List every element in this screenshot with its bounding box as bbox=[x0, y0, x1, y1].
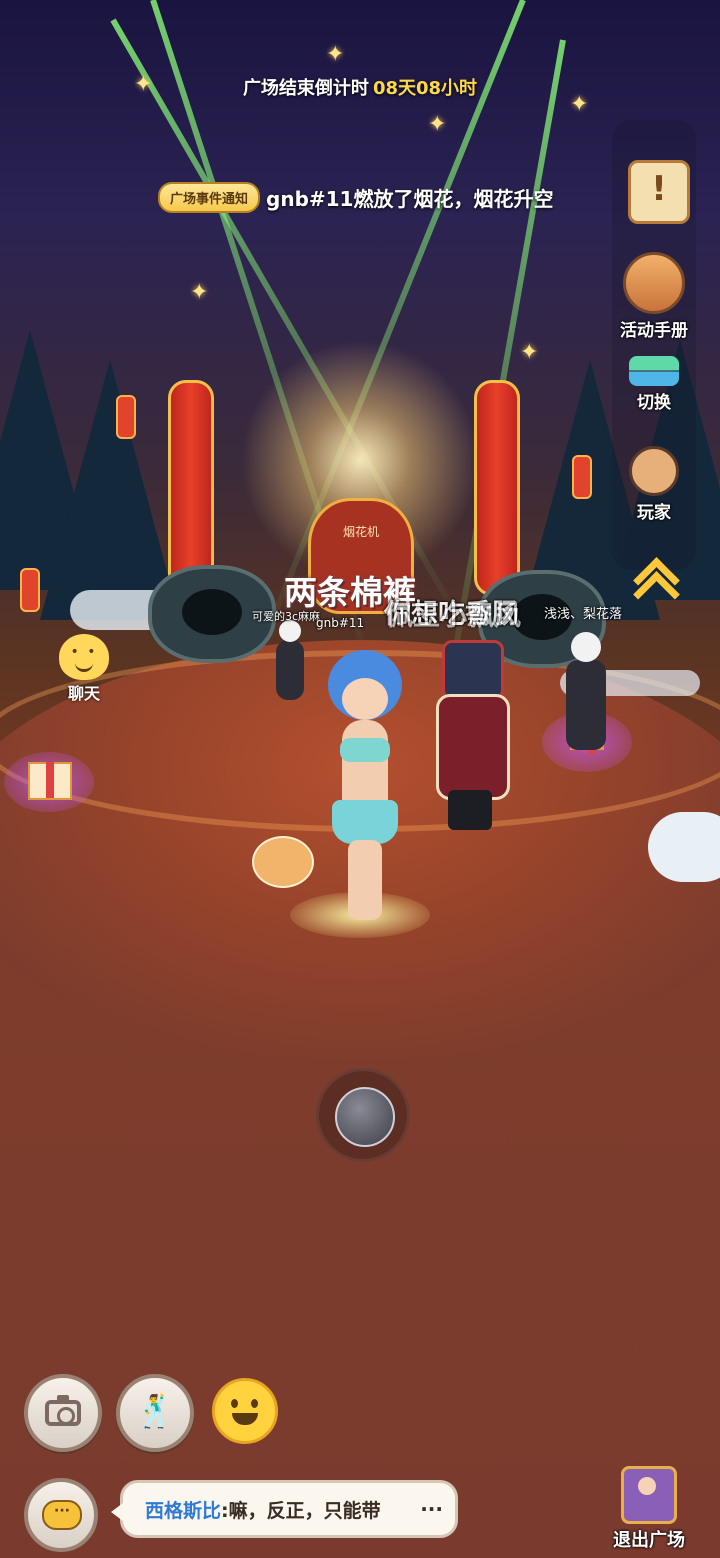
exit-plaza-label: 退出广场 bbox=[613, 1530, 685, 1551]
overlapping-player-name: 佩玉小飘风 bbox=[386, 601, 521, 632]
chat-message-text: :嘛，反正，只能带 bbox=[221, 1499, 381, 1522]
other-player[interactable] bbox=[276, 620, 304, 700]
chat-sender-name[interactable]: 西格斯比 bbox=[145, 1496, 221, 1523]
gift-box[interactable] bbox=[28, 762, 72, 800]
event-notice-tag: 广场事件通知 bbox=[158, 181, 261, 213]
joystick-knob[interactable] bbox=[335, 1087, 395, 1147]
countdown-value: 08天08小时 bbox=[372, 78, 478, 99]
exit-door-icon bbox=[621, 1466, 677, 1524]
dance-pose-icon: 🕺 bbox=[135, 1392, 175, 1430]
exit-plaza-button[interactable]: 退出广场 bbox=[594, 1466, 704, 1552]
action-button[interactable]: 🕺 bbox=[116, 1374, 194, 1452]
chat-entry-button[interactable]: 聊天 bbox=[44, 634, 124, 704]
virtual-joystick[interactable] bbox=[316, 1068, 410, 1162]
firework-machine-label: 烟花机 bbox=[342, 525, 379, 539]
activity-handbook-label: 活动手册 bbox=[620, 321, 688, 341]
player-head bbox=[571, 632, 601, 662]
player-head bbox=[442, 640, 504, 700]
lantern bbox=[116, 395, 136, 439]
latest-chat-message[interactable]: 西格斯比:嘛，反正，只能带 ··· bbox=[111, 1480, 458, 1538]
chat-bubble-icon bbox=[42, 1500, 82, 1530]
new-year-banner-right bbox=[474, 380, 520, 596]
plaza-countdown: 广场结束倒计时 08天08小时 bbox=[0, 74, 720, 100]
armored-player[interactable] bbox=[430, 640, 510, 830]
snow-patch bbox=[648, 812, 720, 882]
sparkle: ✦ bbox=[190, 280, 209, 305]
switch-arrows-icon bbox=[629, 356, 679, 386]
event-notice-text: gnb#11燃放了烟花，烟花升空 bbox=[266, 186, 554, 211]
my-character[interactable] bbox=[320, 650, 410, 920]
pet-companion[interactable] bbox=[252, 836, 314, 888]
player-body bbox=[436, 694, 510, 800]
character-face bbox=[342, 678, 388, 720]
player-name-tag: gnb#11 bbox=[316, 616, 365, 630]
character-legs bbox=[348, 840, 382, 920]
chat-button[interactable] bbox=[24, 1478, 98, 1552]
lantern bbox=[20, 568, 40, 612]
emote-button[interactable] bbox=[212, 1378, 278, 1444]
camera-icon bbox=[45, 1395, 81, 1426]
chevron-up-icon[interactable] bbox=[628, 556, 682, 602]
character-skirt bbox=[332, 800, 398, 844]
chat-more-indicator: ··· bbox=[420, 1497, 443, 1521]
character-top bbox=[340, 738, 390, 762]
camera-button[interactable] bbox=[24, 1374, 102, 1452]
countdown-label: 广场结束倒计时 bbox=[242, 78, 369, 99]
players-label: 玩家 bbox=[637, 503, 671, 523]
sparkle: ✦ bbox=[326, 42, 345, 67]
player-name-tag: 浅浅、梨花落 bbox=[544, 607, 623, 622]
new-year-banner-left bbox=[168, 380, 214, 596]
player-name-tag: 可爱的3c麻麻 bbox=[252, 610, 321, 623]
other-player[interactable] bbox=[566, 632, 606, 750]
lantern bbox=[572, 455, 592, 499]
sparkle: ✦ bbox=[520, 340, 539, 365]
players-button[interactable]: 玩家 bbox=[612, 446, 696, 523]
event-notice: 广场事件通知 gnb#11燃放了烟花，烟花升空 bbox=[158, 178, 553, 216]
pine-tree-left-2 bbox=[40, 360, 180, 620]
sparkle: ✦ bbox=[428, 112, 447, 137]
player-legs bbox=[448, 790, 492, 830]
players-icon bbox=[629, 446, 679, 496]
smiley-icon bbox=[59, 634, 109, 680]
scroll-exclamation-icon[interactable] bbox=[628, 160, 690, 224]
switch-label: 切换 bbox=[637, 393, 671, 413]
handbook-icon bbox=[623, 252, 685, 314]
chat-entry-label: 聊天 bbox=[67, 684, 100, 703]
switch-button[interactable]: 切换 bbox=[612, 356, 696, 413]
activity-handbook-button[interactable]: 活动手册 bbox=[612, 252, 696, 341]
